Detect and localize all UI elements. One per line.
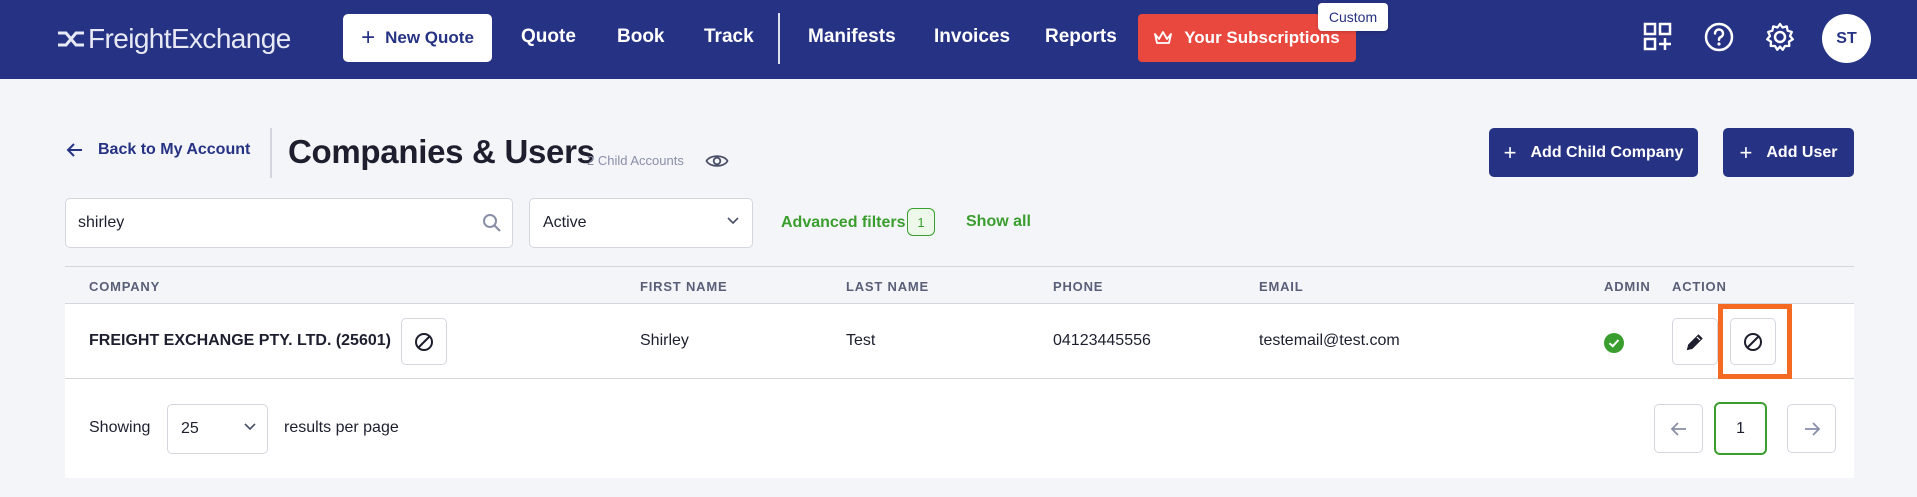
top-navbar: FreightExchange + New Quote Quote Book T… xyxy=(0,0,1917,79)
cell-phone: 04123445556 xyxy=(1053,332,1151,349)
header-divider xyxy=(270,128,272,178)
edit-user-button[interactable] xyxy=(1672,318,1718,365)
page-title: Companies & Users xyxy=(288,133,595,170)
nav-invoices[interactable]: Invoices xyxy=(934,26,1010,48)
table-row: FREIGHT EXCHANGE PTY. LTD. (25601) Shirl… xyxy=(65,304,1854,379)
add-user-label: Add User xyxy=(1766,143,1838,161)
users-table: COMPANY FIRST NAME LAST NAME PHONE EMAIL… xyxy=(65,266,1854,478)
block-icon xyxy=(415,332,433,351)
nav-reports[interactable]: Reports xyxy=(1045,26,1117,48)
pencil-icon xyxy=(1686,333,1703,350)
next-page-button[interactable] xyxy=(1787,404,1836,453)
eye-icon[interactable] xyxy=(705,152,729,175)
nav-book[interactable]: Book xyxy=(617,26,665,48)
arrow-left-icon xyxy=(66,143,82,157)
nav-divider xyxy=(778,13,780,64)
plus-icon: + xyxy=(361,24,376,51)
previous-page-button[interactable] xyxy=(1654,404,1703,453)
crown-icon xyxy=(1154,31,1173,44)
new-quote-button[interactable]: + New Quote xyxy=(343,14,492,62)
column-last-name[interactable]: LAST NAME xyxy=(846,279,929,294)
back-to-account-link[interactable]: Back to My Account xyxy=(66,141,250,159)
deactivate-company-button[interactable] xyxy=(401,318,447,365)
cell-company: FREIGHT EXCHANGE PTY. LTD. (25601) xyxy=(89,332,391,349)
logo-text: FreightExchange xyxy=(88,23,291,54)
add-child-company-button[interactable]: + Add Child Company xyxy=(1489,128,1698,177)
add-app-grid-icon[interactable] xyxy=(1641,20,1675,54)
status-select[interactable]: Active xyxy=(529,198,753,248)
chevron-down-icon xyxy=(727,217,739,225)
showing-label: Showing xyxy=(89,419,151,436)
user-avatar[interactable]: ST xyxy=(1822,14,1871,63)
new-quote-label: New Quote xyxy=(385,28,474,47)
show-all-link[interactable]: Show all xyxy=(966,213,1031,231)
freightexchange-logo[interactable]: FreightExchange xyxy=(56,23,291,54)
nav-quote[interactable]: Quote xyxy=(521,26,576,48)
cell-last-name: Test xyxy=(846,332,876,349)
column-action: ACTION xyxy=(1672,279,1727,294)
column-phone[interactable]: PHONE xyxy=(1053,279,1103,294)
cell-email: testemail@test.com xyxy=(1259,332,1400,349)
admin-check-icon xyxy=(1604,333,1624,353)
add-user-button[interactable]: + Add User xyxy=(1723,128,1854,177)
cell-first-name: Shirley xyxy=(640,332,689,349)
help-icon[interactable] xyxy=(1702,20,1736,54)
results-per-page-label: results per page xyxy=(284,419,399,436)
column-company[interactable]: COMPANY xyxy=(89,279,160,294)
child-accounts-count: 2 Child Accounts xyxy=(587,153,684,168)
per-page-select[interactable]: 25 xyxy=(167,404,268,454)
nav-manifests[interactable]: Manifests xyxy=(808,26,896,48)
status-value: Active xyxy=(543,214,587,231)
table-header: COMPANY FIRST NAME LAST NAME PHONE EMAIL… xyxy=(65,266,1854,304)
search-field[interactable] xyxy=(65,198,513,248)
back-label: Back to My Account xyxy=(98,141,251,158)
logo-icon xyxy=(58,31,84,47)
search-icon[interactable] xyxy=(482,213,502,233)
arrow-right-icon xyxy=(1804,421,1820,436)
per-page-value: 25 xyxy=(181,420,199,437)
advanced-filters-count-badge: 1 xyxy=(907,208,935,236)
column-email[interactable]: EMAIL xyxy=(1259,279,1303,294)
chevron-down-icon xyxy=(244,423,256,431)
highlight-box xyxy=(1718,304,1792,379)
custom-plan-badge: Custom xyxy=(1318,3,1388,31)
search-input[interactable] xyxy=(78,199,468,247)
column-admin: ADMIN xyxy=(1604,279,1651,294)
plus-icon: + xyxy=(1503,139,1517,165)
current-page-button[interactable]: 1 xyxy=(1714,402,1767,455)
subscriptions-label: Your Subscriptions xyxy=(1184,28,1340,47)
settings-gear-icon[interactable] xyxy=(1763,20,1797,54)
advanced-filters-link[interactable]: Advanced filters xyxy=(781,214,905,232)
arrow-left-icon xyxy=(1670,421,1686,436)
add-child-company-label: Add Child Company xyxy=(1530,143,1684,161)
nav-track[interactable]: Track xyxy=(704,26,754,48)
column-first-name[interactable]: FIRST NAME xyxy=(640,279,727,294)
plus-icon: + xyxy=(1739,139,1753,165)
